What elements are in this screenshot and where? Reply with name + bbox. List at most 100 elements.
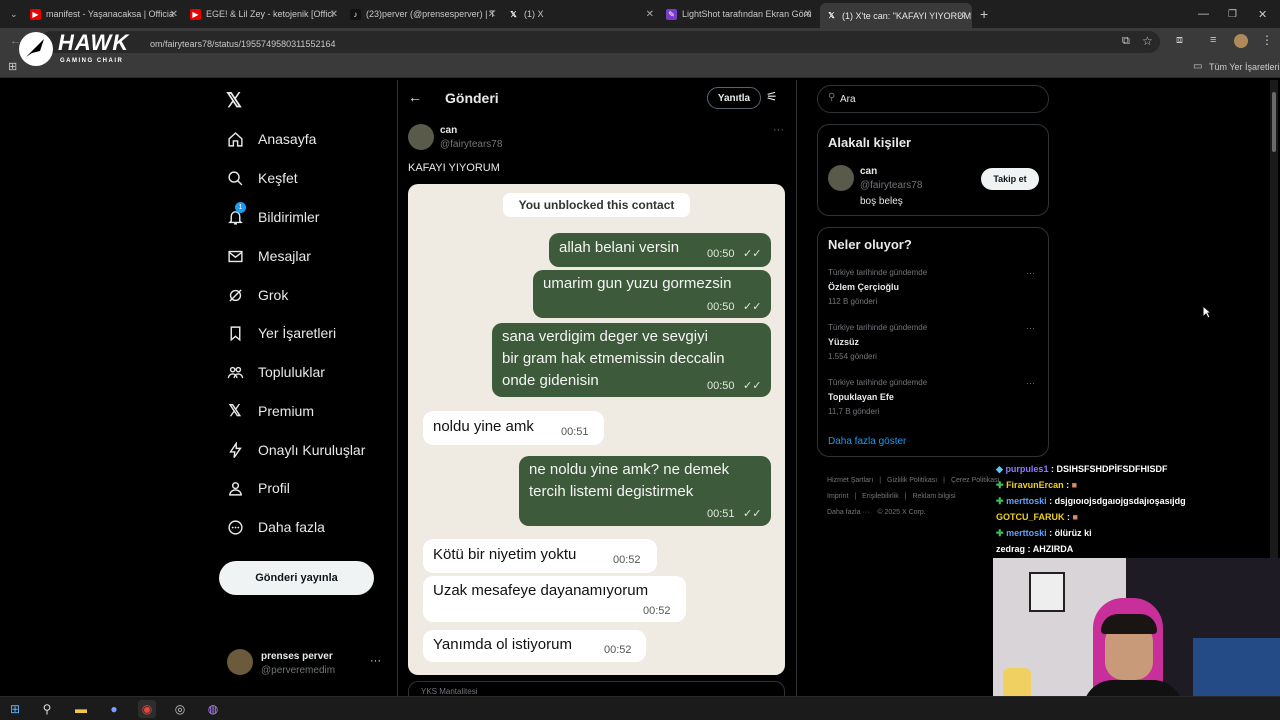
card-title: Neler oluyor? [828,237,912,252]
nav-profile[interactable]: Profil [226,473,290,503]
browser-tab[interactable]: ✎ LightShot tarafından Ekran Görü ✕ [666,4,814,24]
browser-tab-active[interactable]: 𝕏 (1) X'te can: "KAFAYI YIYORUM ✕ [820,3,972,28]
tab-title: manifest - Yaşanacaksa | Officia [46,9,174,19]
card-title: Alakalı kişiler [828,135,912,150]
new-tab-button[interactable]: + [980,4,996,24]
chrome-icon[interactable]: ◉ [138,700,156,718]
nav-label: Bildirimler [258,209,320,225]
author-avatar[interactable] [408,124,434,150]
footer-link[interactable]: Erişilebilirlik [862,493,899,500]
nav-more[interactable]: Daha fazla [226,512,325,542]
apps-grid-icon[interactable]: ⊞ [8,60,17,73]
footer-link[interactable]: Gizlilik Politikası [887,477,937,484]
next-post[interactable]: YKS Mantalitesi [408,681,785,697]
tab-search-button[interactable]: ⌄ [4,4,22,24]
x-logo-icon[interactable]: 𝕏 [226,88,242,113]
more-icon[interactable]: ··· [370,655,381,667]
trend-item[interactable]: Türkiye tarihinde gündemde Özlem Çerçioğ… [828,268,1040,312]
file-explorer-icon[interactable]: ▬ [72,700,90,718]
person-name[interactable]: can [860,166,877,177]
avatar[interactable] [828,165,854,191]
nav-verified-orgs[interactable]: Onaylı Kuruluşlar [226,435,365,465]
menu-icon[interactable]: ⋮ [1261,33,1273,47]
nav-communities[interactable]: Topluluklar [226,357,325,387]
message-time: 00:52 [604,644,632,656]
message-time: 00:52 [643,605,671,617]
nav-home[interactable]: Anasayfa [226,124,316,154]
close-icon[interactable]: ✕ [488,9,496,20]
nav-bookmarks[interactable]: Yer İşaretleri [226,318,336,348]
close-icon[interactable]: ✕ [646,9,654,20]
post-button[interactable]: Gönderi yayınla [219,561,374,595]
all-bookmarks-label[interactable]: Tüm Yer İşaretleri [1209,62,1280,72]
app-icon[interactable]: ● [105,700,123,718]
browser-tab[interactable]: ▶ EGE! & Lil Zey - ketojenik [Offici ✕ [190,4,340,24]
home-icon [226,130,244,148]
footer-links: Hizmet Şartları | Gizlilik Politikası | … [827,477,1000,516]
follow-button[interactable]: Takip et [981,168,1039,190]
person-handle[interactable]: @fairytears78 [860,180,922,191]
show-more-link[interactable]: Daha fazla göster [828,436,906,447]
trend-name: Topuklayan Efe [828,392,894,402]
account-switcher[interactable]: prenses perver @perveremedim ··· [227,649,387,679]
close-icon[interactable]: ✕ [958,10,966,21]
more-icon[interactable]: ··· [1026,268,1035,278]
footer-link[interactable]: Imprint [827,493,848,500]
trend-item[interactable]: Türkiye tarihinde gündemde Topuklayan Ef… [828,378,1040,422]
message-time: 00:52 [613,554,641,566]
reply-button[interactable]: Yanıtla [707,87,761,109]
browser-tab[interactable]: ♪ (23)perver (@prensesperver) | T ✕ [350,4,498,24]
message-text-line: sana verdigim deger ve sevgiyi [502,328,708,345]
filter-icon[interactable]: ⚟ [766,89,778,105]
post-more-icon[interactable]: ··· [773,124,784,136]
footer-link[interactable]: Çerez Politikası [951,477,1000,484]
close-icon[interactable]: ✕ [330,9,338,20]
extensions-icon[interactable]: ⧈ [1176,34,1183,47]
profile-handle: @perveremedim [261,665,336,676]
scrollbar-thumb[interactable] [1272,92,1276,152]
chat-line: ✚ merttoski : dsjgıoıojsdgaıojgsdajıoşas… [996,496,1186,506]
app-icon[interactable]: ◍ [204,700,222,718]
author-name[interactable]: can [440,125,457,136]
install-icon[interactable]: ⧉ [1122,35,1130,48]
media-icon[interactable]: ≡ [1210,34,1216,46]
browser-tab[interactable]: ▶ manifest - Yaşanacaksa | Officia ✕ [30,4,180,24]
nav-notifications[interactable]: 1 Bildirimler [226,202,319,232]
message-text-line: bir gram hak etmemissin deccalin [502,350,725,367]
bell-icon: 1 [226,202,246,226]
close-window-button[interactable]: ✕ [1258,4,1272,24]
trend-item[interactable]: Türkiye tarihinde gündemde Yüzsüz 1.554 … [828,323,1040,367]
minimize-button[interactable]: — [1198,4,1212,24]
nav-messages[interactable]: Mesajlar [226,241,311,271]
more-icon[interactable]: ··· [1026,323,1035,333]
nav-label: Anasayfa [258,131,317,147]
footer-link[interactable]: Hizmet Şartları [827,477,873,484]
nav-explore[interactable]: Keşfet [226,163,298,193]
star-icon[interactable]: ☆ [1142,34,1153,48]
post-image[interactable]: You unblocked this contact allah belani … [408,184,785,675]
nav-premium[interactable]: 𝕏 Premium [226,396,314,426]
search-icon[interactable]: ⚲ [38,700,56,718]
emote-icon: ■ [1072,512,1078,522]
search-icon [226,169,244,187]
hawk-logo: HAWK GAMING CHAIR [18,28,128,70]
url-field[interactable]: om/fairytears78/status/19557495803115521… [40,31,1160,53]
trend-name: Özlem Çerçioğlu [828,282,900,292]
more-icon[interactable]: ··· [1026,378,1035,388]
search-input[interactable]: ⚲ Ara [817,85,1049,113]
close-icon[interactable]: ✕ [804,9,812,20]
back-arrow-icon[interactable]: ← [408,89,422,105]
close-icon[interactable]: ✕ [170,9,178,20]
restore-button[interactable]: ❐ [1228,4,1242,24]
author-handle[interactable]: @fairytears78 [440,139,502,150]
badge-icon: ✚ [996,480,1004,490]
windows-start-icon[interactable]: ⊞ [6,700,24,718]
tab-title: (1) X [524,9,544,19]
profile-avatar[interactable] [1234,34,1248,48]
obs-icon[interactable]: ◎ [171,700,189,718]
footer-link[interactable]: Reklam bilgisi [912,493,955,500]
nav-grok[interactable]: Grok [226,280,288,310]
footer-link[interactable]: Daha fazla ··· [827,509,869,516]
relevant-people-card: Alakalı kişiler can @fairytears78 boş be… [817,124,1049,216]
browser-tab[interactable]: 𝕏 (1) X ✕ [508,4,656,24]
